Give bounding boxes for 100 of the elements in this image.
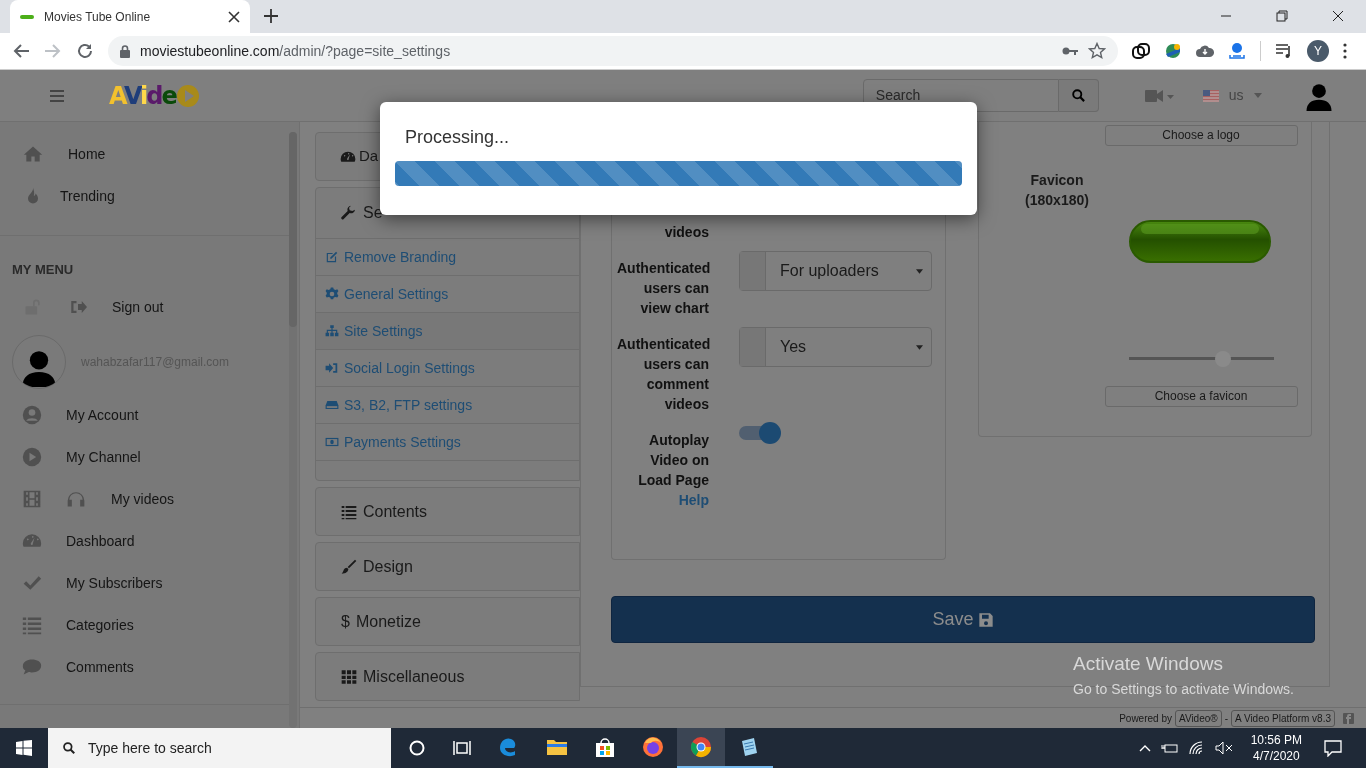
- menu-icon[interactable]: [50, 89, 64, 102]
- new-tab-icon[interactable]: [264, 9, 278, 23]
- section-title: MY MENU: [11, 261, 75, 279]
- close-icon[interactable]: [228, 10, 240, 23]
- download-icon[interactable]: [1228, 42, 1246, 60]
- grid-icon: [341, 668, 357, 685]
- sidebar-link[interactable]: Dashboard: [66, 530, 135, 552]
- field-label: Autoplay Video on Load Page: [637, 431, 709, 490]
- mute-icon[interactable]: [1214, 741, 1233, 755]
- dropdown-caret-icon: [916, 344, 923, 350]
- help-link[interactable]: Help: [617, 490, 709, 510]
- settings-group-tab[interactable]: Se: [363, 201, 383, 225]
- search-icon: [1070, 88, 1086, 103]
- lock-icon: [120, 44, 130, 58]
- list-icon: [341, 503, 357, 520]
- favicon-icon: [20, 14, 34, 19]
- key-icon[interactable]: [1062, 46, 1078, 56]
- sidebar-link[interactable]: Categories: [66, 614, 134, 636]
- sidebar-link[interactable]: Sign out: [112, 296, 164, 318]
- field-label: videos: [663, 223, 709, 242]
- clock-date[interactable]: 4/7/2020: [1250, 748, 1302, 764]
- separator-text: -: [1224, 711, 1228, 726]
- restore-icon[interactable]: [1276, 10, 1288, 22]
- sidebar-link[interactable]: My Account: [66, 404, 139, 426]
- store-icon: [593, 735, 617, 759]
- task-view-icon[interactable]: [453, 740, 471, 756]
- activation-text: Go to Settings to activate Windows.: [1073, 679, 1294, 699]
- zoom-slider[interactable]: [1128, 351, 1274, 365]
- more-icon[interactable]: [1343, 43, 1347, 59]
- sidebar-link[interactable]: My videos: [111, 488, 175, 510]
- select-field[interactable]: Yes: [739, 327, 932, 367]
- headphones-icon: [66, 489, 86, 509]
- list-icon: [22, 615, 42, 635]
- slider-handle[interactable]: [1214, 351, 1231, 367]
- notification-icon[interactable]: [1324, 739, 1342, 757]
- dropdown-caret-icon: [916, 268, 923, 274]
- dialog-title: Processing...: [405, 126, 511, 149]
- sidebar-link[interactable]: Home: [68, 143, 106, 165]
- choose-favicon-button[interactable]: Choose a favicon: [1104, 386, 1298, 407]
- language-label[interactable]: us: [1228, 85, 1244, 106]
- edit-icon: [324, 250, 340, 264]
- comment-icon: [22, 657, 42, 677]
- brush-icon: [341, 558, 357, 575]
- money-icon: [324, 435, 340, 449]
- settings-item[interactable]: S3, B2, FTP settings: [316, 386, 579, 423]
- settings-group-tab[interactable]: Monetize: [355, 609, 421, 634]
- gear-icon: [324, 287, 340, 301]
- scrollbar[interactable]: [289, 132, 297, 728]
- sign-out-icon: [68, 298, 88, 316]
- wifi-icon[interactable]: [1188, 741, 1205, 755]
- settings-group-tab[interactable]: Contents: [363, 499, 428, 524]
- logo-text[interactable]: AVide: [109, 77, 176, 114]
- reload-icon[interactable]: [76, 42, 94, 60]
- sidebar-link[interactable]: Trending: [60, 185, 115, 207]
- back-icon[interactable]: [12, 42, 30, 60]
- settings-item[interactable]: Payments Settings: [316, 423, 579, 460]
- sign-in-icon: [324, 361, 340, 375]
- search-icon: [62, 741, 76, 755]
- settings-item[interactable]: Remove Branding: [316, 238, 579, 275]
- toggle-switch[interactable]: [739, 422, 783, 444]
- settings-group-tab[interactable]: Da: [359, 145, 379, 168]
- choose-logo-button[interactable]: Choose a logo: [1104, 125, 1298, 146]
- playlist-icon[interactable]: [1275, 43, 1293, 59]
- cloud-icon[interactable]: [1196, 44, 1214, 58]
- select-field[interactable]: For uploaders: [739, 251, 932, 291]
- firefox-icon: [641, 735, 665, 759]
- star-icon[interactable]: [1088, 42, 1106, 60]
- sidebar-link[interactable]: My Subscribers: [66, 572, 163, 594]
- chrome-icon: [689, 735, 713, 759]
- footer-link[interactable]: A Video Platform v8.3: [1231, 709, 1335, 727]
- favicon-size: (180x180): [1024, 191, 1090, 210]
- film-icon: [22, 489, 42, 509]
- home-icon: [22, 144, 44, 164]
- browser-tab[interactable]: Movies Tube Online: [10, 0, 250, 33]
- battery-icon[interactable]: [1160, 742, 1179, 754]
- field-label: Authenticated users can view chart: [617, 259, 709, 318]
- user-circle-icon: [22, 405, 42, 425]
- settings-item[interactable]: Social Login Settings: [316, 349, 579, 386]
- sitemap-icon: [324, 324, 340, 338]
- settings-group-tab[interactable]: Design: [363, 554, 413, 579]
- globe-icon[interactable]: [1164, 42, 1182, 60]
- search-button[interactable]: [1058, 79, 1099, 112]
- activation-title: Activate Windows: [1073, 652, 1224, 676]
- tab-title: Movies Tube Online: [44, 8, 152, 26]
- chevron-up-icon[interactable]: [1138, 744, 1151, 752]
- drive-icon: [324, 398, 340, 412]
- profile-avatar[interactable]: Y: [1307, 40, 1329, 62]
- cortana-icon[interactable]: [409, 740, 425, 756]
- powered-by-text: Powered by: [1119, 711, 1172, 726]
- save-button[interactable]: Save: [611, 596, 1315, 643]
- clock-time[interactable]: 10:56 PM: [1250, 732, 1302, 748]
- footer-link[interactable]: AVideo®: [1174, 709, 1222, 727]
- close-icon[interactable]: [1332, 10, 1344, 22]
- sidebar-link[interactable]: Comments: [66, 656, 134, 678]
- extension-icon[interactable]: [1132, 42, 1150, 60]
- settings-group-tab[interactable]: Miscellaneous: [363, 664, 465, 689]
- dollar-icon: $: [341, 609, 350, 634]
- sidebar-link[interactable]: My Channel: [66, 446, 141, 468]
- taskbar-search-field[interactable]: Type here to search: [48, 728, 391, 768]
- start-icon[interactable]: [16, 740, 32, 756]
